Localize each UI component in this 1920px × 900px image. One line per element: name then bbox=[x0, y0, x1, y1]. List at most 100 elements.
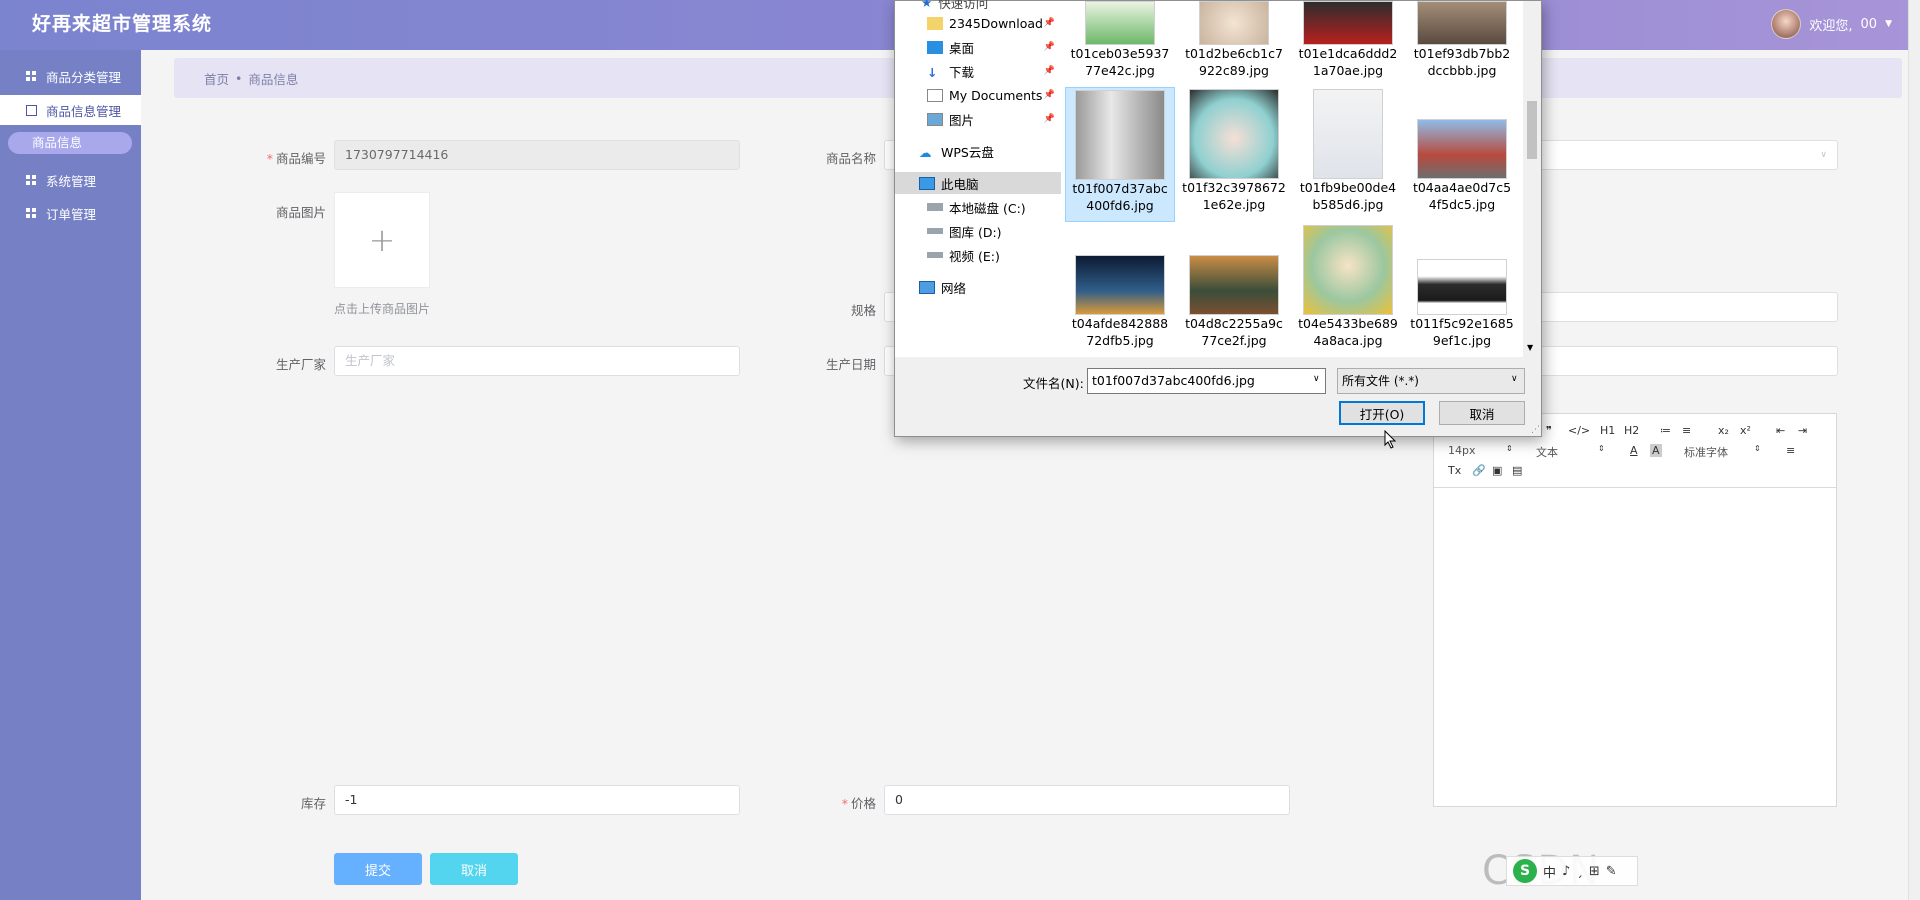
filetype-dropdown-icon[interactable]: ∨ bbox=[1511, 374, 1518, 384]
username: 00 bbox=[1860, 16, 1878, 32]
page-scrollbar[interactable] bbox=[1908, 0, 1920, 900]
image-label: 商品图片 bbox=[275, 205, 326, 220]
file-tile[interactable]: t04d8c2255a9c 77ce2f.jpg bbox=[1179, 227, 1289, 349]
nav-item-disk-c[interactable]: 本地磁盘 (C:) bbox=[895, 196, 1061, 218]
file-tile[interactable]: t01ceb03e5937 77e42c.jpg bbox=[1065, 1, 1175, 79]
outdent-icon[interactable]: ⇤ bbox=[1776, 424, 1785, 437]
indent-icon[interactable]: ⇥ bbox=[1798, 424, 1807, 437]
file-tile[interactable]: t04e5433be689 4a8aca.jpg bbox=[1293, 225, 1403, 349]
date-label: 生产日期 bbox=[825, 357, 876, 372]
dialog-cancel-button[interactable]: 取消 bbox=[1439, 401, 1525, 425]
font-color-icon[interactable]: A bbox=[1630, 444, 1638, 457]
align-icon[interactable]: ≡ bbox=[1786, 444, 1795, 457]
file-tile[interactable]: t01ef93db7bb2 dccbbb.jpg bbox=[1407, 1, 1517, 79]
spec-label: 规格 bbox=[850, 303, 876, 318]
price-input[interactable]: 0 bbox=[884, 785, 1290, 815]
link-icon[interactable]: 🔗 bbox=[1472, 464, 1486, 477]
video-icon[interactable]: ▤ bbox=[1512, 464, 1522, 477]
nav-item-pictures[interactable]: 图片 📌 bbox=[895, 108, 1061, 130]
subscript-icon[interactable]: x₂ bbox=[1718, 424, 1729, 437]
pin-icon: 📌 bbox=[1043, 66, 1055, 76]
code-icon[interactable]: </> bbox=[1568, 424, 1590, 437]
ime-keyboard-icon[interactable]: ⊞ bbox=[1589, 864, 1600, 879]
font-family-select[interactable]: 标准字体 bbox=[1684, 444, 1728, 460]
filetype-select[interactable]: 所有文件 (*.*) bbox=[1337, 368, 1525, 394]
file-tile[interactable]: t01fb9be00de4 b585d6.jpg bbox=[1293, 87, 1403, 213]
ime-punctuation-icon[interactable]: ˏ bbox=[1576, 864, 1583, 879]
filename-input[interactable]: t01f007d37abc400fd6.jpg bbox=[1087, 368, 1326, 394]
file-tile[interactable]: t011f5c92e1685 9ef1c.jpg bbox=[1407, 227, 1517, 349]
user-menu[interactable]: 欢迎您, 00 ▼ bbox=[1771, 7, 1892, 41]
background-color-icon[interactable]: A bbox=[1650, 444, 1662, 457]
maker-input[interactable]: 生产厂家 bbox=[334, 346, 740, 376]
bullet-list-icon[interactable]: ≡ bbox=[1682, 424, 1691, 437]
file-tile[interactable]: t04aa4ae0d7c5 4f5dc5.jpg bbox=[1407, 87, 1517, 213]
pin-icon: 📌 bbox=[1043, 42, 1055, 52]
quote-icon[interactable]: ❞ bbox=[1546, 424, 1552, 437]
sidebar-item-orders[interactable]: 订单管理 bbox=[0, 198, 141, 228]
sidebar-item-product-info[interactable]: 商品信息管理 bbox=[0, 95, 141, 125]
ime-logo-icon: S bbox=[1513, 859, 1537, 883]
ime-voice-icon[interactable]: ♪ bbox=[1562, 864, 1570, 879]
sidebar-item-system[interactable]: 系统管理 bbox=[0, 165, 141, 195]
grid-icon bbox=[26, 207, 37, 219]
file-thumbnail bbox=[1189, 255, 1279, 315]
nav-item-this-pc[interactable]: 此电脑 bbox=[895, 172, 1061, 194]
code-input[interactable]: 1730797714416 bbox=[334, 140, 740, 170]
submit-button[interactable]: 提交 bbox=[334, 853, 422, 885]
file-list-scrollbar[interactable]: ▼ bbox=[1523, 1, 1541, 357]
text-type-select[interactable]: 文本 bbox=[1536, 444, 1558, 460]
disk-icon bbox=[927, 252, 943, 258]
filename-dropdown-icon[interactable]: ∨ bbox=[1313, 374, 1320, 384]
cloud-icon: ☁ bbox=[919, 144, 932, 160]
image-icon[interactable]: ▣ bbox=[1492, 464, 1502, 477]
open-button[interactable]: 打开(O) bbox=[1339, 401, 1425, 425]
heading1-icon[interactable]: H1 bbox=[1600, 424, 1615, 437]
resize-grip-icon[interactable]: ⋰ bbox=[1531, 425, 1540, 435]
font-family-caret-icon: ⇕ bbox=[1754, 444, 1761, 453]
file-thumbnail bbox=[1303, 225, 1393, 315]
ime-skin-icon[interactable]: ✎ bbox=[1606, 864, 1617, 879]
ime-toolbar[interactable]: S 中 ♪ ˏ ⊞ ✎ bbox=[1506, 856, 1638, 886]
nav-item-downloads[interactable]: ↓ 下载 📌 bbox=[895, 60, 1061, 82]
nav-item-2345download[interactable]: 2345Download 📌 bbox=[895, 12, 1061, 34]
nav-item-wps-cloud[interactable]: ☁ WPS云盘 bbox=[895, 140, 1061, 162]
nav-item-network[interactable]: 网络 bbox=[895, 276, 1061, 298]
chevron-down-icon[interactable]: ▼ bbox=[1885, 19, 1892, 29]
nav-item-documents[interactable]: My Documents 📌 bbox=[895, 84, 1061, 106]
disk-icon bbox=[927, 228, 943, 234]
scroll-down-icon[interactable]: ▼ bbox=[1527, 343, 1533, 352]
file-tile[interactable]: t04afde842888 72dfb5.jpg bbox=[1065, 227, 1175, 349]
font-size-caret-icon: ⇕ bbox=[1506, 444, 1513, 453]
file-tile[interactable]: t01e1dca6ddd2 1a70ae.jpg bbox=[1293, 1, 1403, 79]
file-thumbnail bbox=[1085, 1, 1155, 45]
cancel-button[interactable]: 取消 bbox=[430, 853, 518, 885]
superscript-icon[interactable]: x² bbox=[1740, 424, 1751, 437]
sidebar-subitem-product[interactable]: 商品信息 bbox=[8, 132, 132, 154]
file-tile-selected[interactable]: t01f007d37abc 400fd6.jpg bbox=[1065, 87, 1175, 222]
file-tile[interactable]: t01d2be6cb1c7 922c89.jpg bbox=[1179, 1, 1289, 79]
breadcrumb-current: 商品信息 bbox=[248, 71, 299, 87]
user-avatar[interactable] bbox=[1771, 9, 1802, 39]
sidebar-item-category[interactable]: 商品分类管理 bbox=[0, 61, 141, 91]
nav-item-disk-d[interactable]: 图库 (D:) bbox=[895, 220, 1061, 242]
file-thumbnail bbox=[1417, 119, 1507, 179]
image-upload[interactable]: + bbox=[334, 192, 430, 288]
nav-item-desktop[interactable]: 桌面 📌 bbox=[895, 36, 1061, 58]
clear-format-icon[interactable]: Tx bbox=[1448, 464, 1461, 477]
ordered-list-icon[interactable]: ≔ bbox=[1660, 424, 1671, 437]
scroll-thumb[interactable] bbox=[1527, 101, 1537, 159]
ime-chinese-mode[interactable]: 中 bbox=[1543, 862, 1556, 881]
stock-input[interactable]: -1 bbox=[334, 785, 740, 815]
breadcrumb-home[interactable]: 首页 bbox=[204, 69, 229, 88]
file-thumbnail bbox=[1189, 89, 1279, 179]
font-size-select[interactable]: 14px bbox=[1448, 444, 1476, 457]
nav-item-disk-e[interactable]: 视频 (E:) bbox=[895, 244, 1061, 266]
file-thumbnail bbox=[1075, 90, 1165, 180]
name-label: 商品名称 bbox=[825, 151, 876, 166]
heading2-icon[interactable]: H2 bbox=[1624, 424, 1639, 437]
sidebar-item-label: 商品分类管理 bbox=[46, 69, 122, 85]
file-tile[interactable]: t01f32c3978672 1e62e.jpg bbox=[1179, 87, 1289, 213]
rich-text-editor[interactable]: ❞ </> H1 H2 ≔ ≡ x₂ x² ⇤ ⇥ 14px ⇕ 文本 ⇕ A … bbox=[1433, 413, 1837, 807]
navigation-pane: ★ 快速访问 2345Download 📌 桌面 📌 ↓ 下载 📌 My Document… bbox=[895, 0, 1063, 357]
